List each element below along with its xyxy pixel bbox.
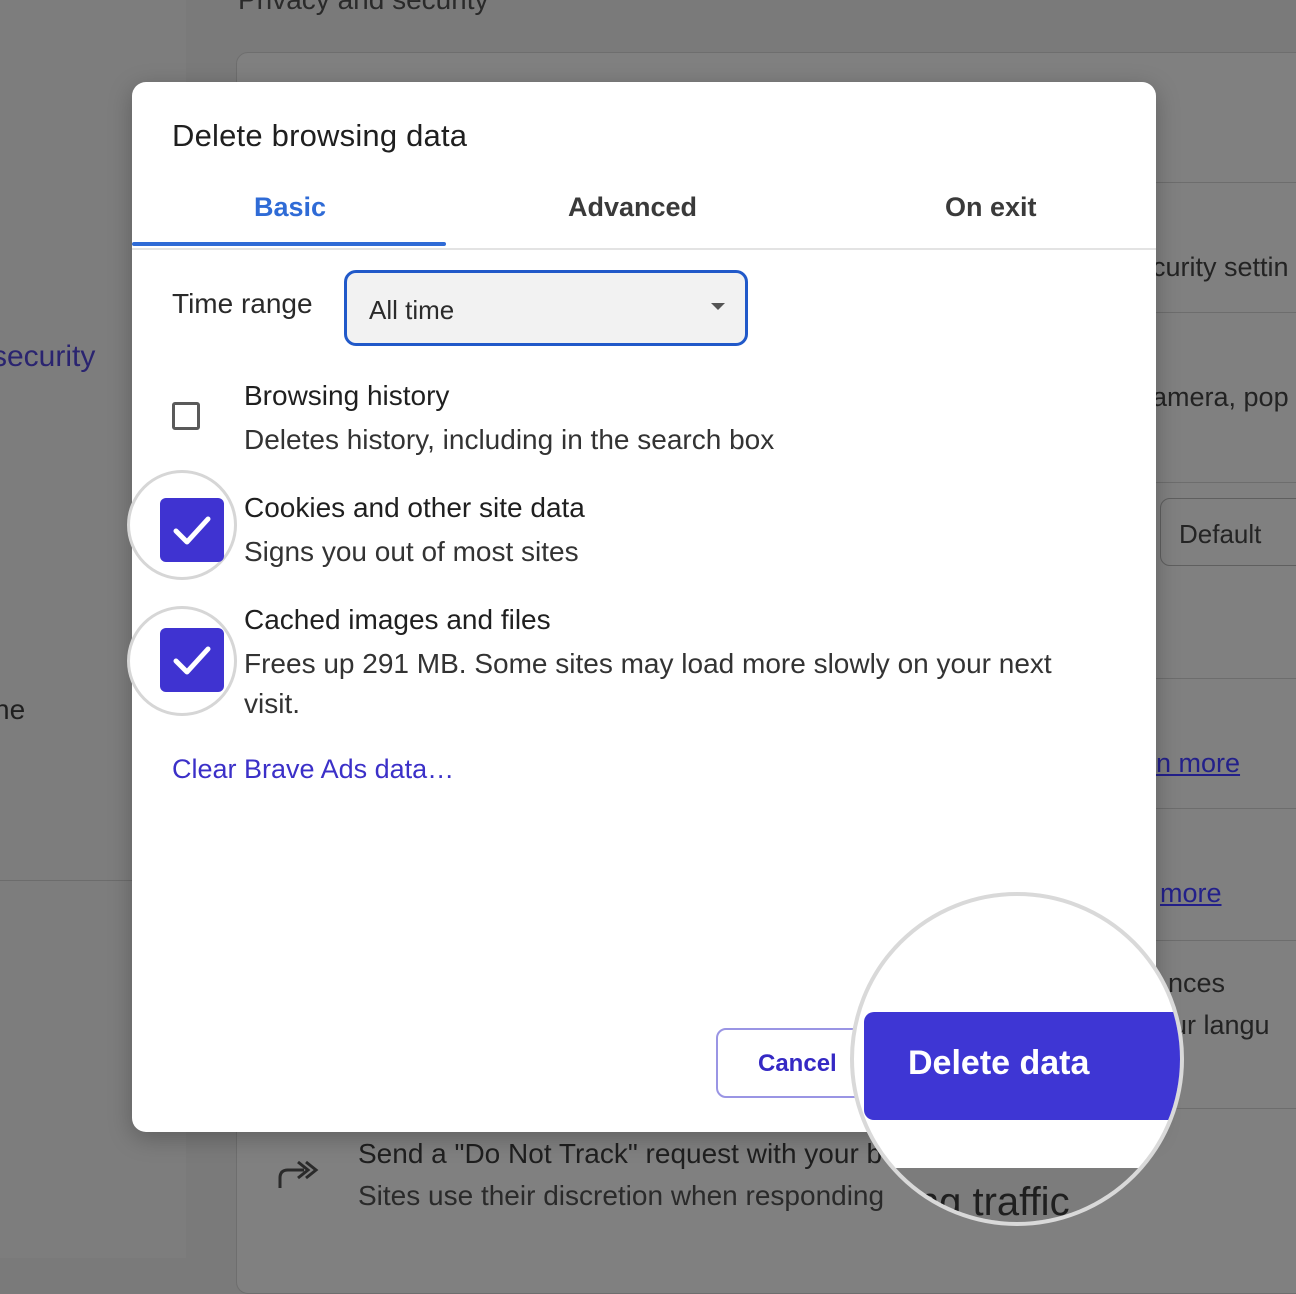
tab-advanced[interactable]: Advanced: [568, 192, 697, 223]
delete-data-label: Delete data: [908, 1044, 1090, 1082]
browsing-history-checkbox[interactable]: [172, 402, 200, 430]
option-description: Deletes history, including in the search…: [244, 424, 775, 455]
tab-on-exit[interactable]: On exit: [945, 192, 1037, 223]
section-title: Privacy and security: [238, 0, 489, 16]
row-divider: [1150, 182, 1296, 183]
option-description: Signs you out of most sites: [244, 536, 579, 567]
dialog-title: Delete browsing data: [172, 118, 468, 153]
checkmark-icon: [173, 516, 211, 545]
time-range-label: Time range: [172, 288, 313, 319]
sidebar-item-security: security: [0, 340, 96, 373]
bg-learn-more-link: more: [1160, 878, 1222, 908]
dropdown-caret-icon: [711, 303, 725, 310]
row-divider: [1150, 312, 1296, 313]
sidebar-item-partial: ne: [0, 694, 26, 725]
time-range-value: All time: [369, 295, 455, 325]
row-divider: [1150, 482, 1296, 483]
forward-arrows-icon: [278, 1160, 319, 1188]
bg-row-text: nces: [1168, 968, 1226, 998]
selected-tab-indicator: [132, 242, 446, 246]
row-divider: [1150, 808, 1296, 809]
cookies-checkbox[interactable]: [160, 498, 224, 562]
magnified-background: ing traffic: [854, 1168, 1180, 1224]
magnifier-callout: Delete data ing traffic: [850, 892, 1184, 1226]
bg-row-text: curity settin: [1152, 252, 1289, 282]
tab-bar: Basic Advanced On exit: [132, 182, 1156, 250]
delete-data-button[interactable]: Delete data: [864, 1012, 1180, 1120]
bg-default-select: Default: [1160, 498, 1296, 566]
do-not-track-title: Send a "Do Not Track" request with your …: [358, 1138, 883, 1169]
bg-row-text: ur langu: [1172, 1010, 1270, 1040]
option-title: Cookies and other site data: [244, 492, 585, 523]
checkmark-icon: [173, 646, 211, 675]
clear-brave-ads-link[interactable]: Clear Brave Ads data…: [172, 754, 454, 785]
magnified-background-text: ing traffic: [908, 1180, 1070, 1224]
option-title: Browsing history: [244, 380, 450, 411]
option-title: Cached images and files: [244, 604, 551, 635]
bg-row-text: amera, pop: [1152, 382, 1289, 412]
cached-images-checkbox[interactable]: [160, 628, 224, 692]
tab-basic[interactable]: Basic: [254, 192, 326, 223]
bg-learn-more-link: n more: [1156, 748, 1241, 778]
time-range-select[interactable]: All time: [344, 270, 748, 346]
do-not-track-description: Sites use their discretion when respondi…: [358, 1180, 885, 1211]
row-divider: [1150, 678, 1296, 679]
option-description: Frees up 291 MB. Some sites may load mor…: [244, 648, 1052, 719]
row-divider: [1150, 940, 1296, 941]
